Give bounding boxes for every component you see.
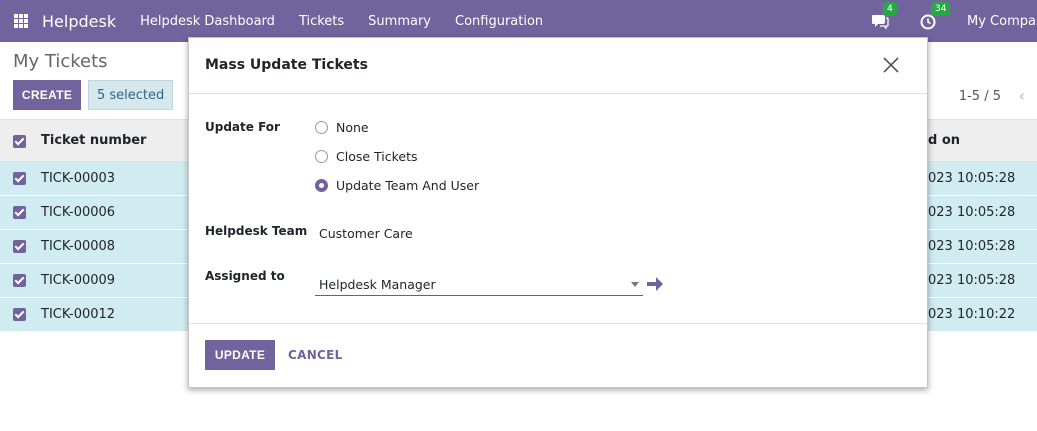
ticket-date: 023 10:05:28: [928, 171, 1016, 186]
select-all-checkbox[interactable]: [13, 135, 26, 148]
row-checkbox[interactable]: [13, 308, 26, 321]
row-checkbox[interactable]: [13, 274, 26, 287]
messages-icon[interactable]: 4: [871, 2, 897, 30]
radio-none[interactable]: [315, 121, 328, 134]
pager-previous-icon[interactable]: ‹: [1019, 86, 1025, 105]
breadcrumb: My Tickets: [13, 51, 108, 72]
activities-badge: 34: [931, 2, 951, 16]
ticket-date: 023 10:05:28: [928, 239, 1016, 254]
menu-tickets[interactable]: Tickets: [299, 14, 344, 29]
pager-value[interactable]: 1-5 / 5: [959, 89, 1001, 104]
radio-update-team-user-label[interactable]: Update Team And User: [336, 178, 479, 193]
menu-helpdesk-dashboard[interactable]: Helpdesk Dashboard: [140, 14, 275, 29]
top-navbar: Helpdesk Helpdesk Dashboard Tickets Summ…: [0, 0, 1037, 42]
create-button[interactable]: CREATE: [13, 80, 81, 110]
app-brand[interactable]: Helpdesk: [42, 12, 116, 31]
dialog-title: Mass Update Tickets: [205, 57, 368, 73]
company-switcher[interactable]: My Company: [967, 14, 1037, 29]
ticket-number: TICK-00009: [41, 273, 116, 288]
dialog-body: Update For None Close Tickets Update Tea…: [189, 94, 927, 324]
activities-clock-icon[interactable]: 34: [919, 2, 951, 30]
helpdesk-team-value: Customer Care: [319, 226, 413, 241]
external-link-arrow-icon[interactable]: [645, 274, 665, 294]
column-date[interactable]: d on: [928, 133, 960, 148]
cancel-button[interactable]: CANCEL: [288, 348, 343, 362]
menu-summary[interactable]: Summary: [368, 14, 431, 29]
ticket-number: TICK-00006: [41, 205, 116, 220]
menu-configuration[interactable]: Configuration: [455, 14, 543, 29]
dialog-footer: UPDATE CANCEL: [189, 324, 927, 388]
row-checkbox[interactable]: [13, 240, 26, 253]
radio-close-tickets[interactable]: [315, 150, 328, 163]
close-icon[interactable]: [881, 55, 901, 75]
radio-option-update-team-user[interactable]: Update Team And User: [315, 178, 479, 193]
messages-badge: 4: [883, 2, 897, 16]
assigned-to-field[interactable]: [315, 274, 643, 296]
radio-update-team-user[interactable]: [315, 179, 328, 192]
assigned-to-label: Assigned to: [205, 269, 285, 283]
assigned-to-input[interactable]: [315, 277, 625, 292]
ticket-number: TICK-00012: [41, 307, 116, 322]
update-button[interactable]: UPDATE: [205, 340, 275, 370]
column-ticket-number[interactable]: Ticket number: [41, 133, 146, 148]
dialog-header: Mass Update Tickets: [189, 38, 927, 94]
row-checkbox[interactable]: [13, 172, 26, 185]
apps-grid-icon[interactable]: [14, 14, 28, 28]
radio-option-close-tickets[interactable]: Close Tickets: [315, 149, 418, 164]
ticket-date: 023 10:05:28: [928, 273, 1016, 288]
row-checkbox[interactable]: [13, 206, 26, 219]
chevron-down-icon[interactable]: [631, 282, 639, 287]
selection-count[interactable]: 5 selected: [88, 80, 174, 110]
radio-none-label[interactable]: None: [336, 120, 369, 135]
mass-update-dialog: Mass Update Tickets Update For None Clos…: [188, 37, 928, 388]
radio-close-tickets-label[interactable]: Close Tickets: [336, 149, 418, 164]
ticket-number: TICK-00003: [41, 171, 116, 186]
ticket-date: 023 10:05:28: [928, 205, 1016, 220]
update-for-label: Update For: [205, 120, 280, 134]
ticket-number: TICK-00008: [41, 239, 116, 254]
ticket-date: 023 10:10:22: [928, 307, 1016, 322]
helpdesk-team-label: Helpdesk Team: [205, 224, 308, 238]
radio-option-none[interactable]: None: [315, 120, 369, 135]
